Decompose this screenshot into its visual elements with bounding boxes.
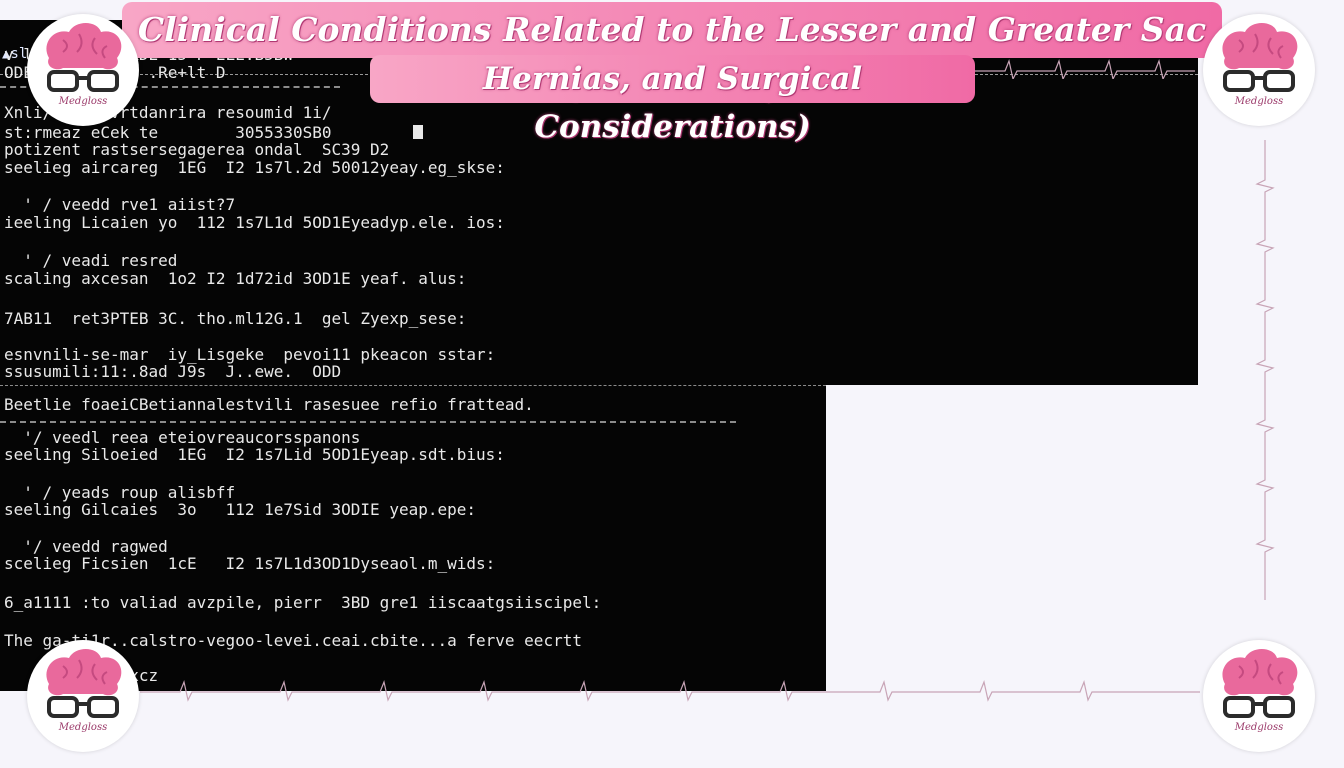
- cursor-block: [413, 125, 423, 139]
- brain-glasses-icon: [1222, 649, 1298, 718]
- terminal-line: ssusumili:11:.8ad J9s J..ewe. ODD: [4, 362, 342, 381]
- terminal-line: ieeling Licaien yo 112 1s7L1d 5OD1Eyeady…: [4, 213, 505, 232]
- logo-text: Medgloss: [58, 96, 108, 107]
- terminal-line: ' / veadi resred: [4, 251, 178, 270]
- page-title-line2: Hernias, and Surgical Considerations): [482, 61, 863, 145]
- medgloss-logo-bottom-right: Medgloss: [1203, 640, 1315, 752]
- terminal-line: potizent rastsersegagerea ondal SC39 D2: [4, 140, 390, 159]
- terminal-divider: [0, 385, 826, 386]
- terminal-line: Beetlie foaeiCBetiannalestvili rasesuee …: [4, 395, 534, 414]
- terminal-line: seeling Gilcaies 3o 112 1e7Sid 3ODIE yea…: [4, 500, 477, 519]
- terminal-line: scaling axcesan 1o2 I2 1d72id 3OD1E yeaf…: [4, 269, 467, 288]
- logo-text: Medgloss: [58, 722, 108, 733]
- brain-glasses-icon: [1222, 23, 1298, 92]
- ecg-line-top: [975, 58, 1195, 79]
- terminal-line: 7AB11 ret3PTEB 3C. tho.ml12G.1 gel Zyexp…: [4, 309, 467, 328]
- terminal-line: seeling Siloeied 1EG I2 1s7Lid 5OD1Eyeap…: [4, 445, 505, 464]
- terminal-line: ' / veedd rve1 aiist?7: [4, 195, 236, 214]
- logo-text: Medgloss: [1234, 96, 1284, 107]
- terminal-line: seelieg aircareg 1EG I2 1s7l.2d 50012yea…: [4, 158, 505, 177]
- ecg-line-right: [1255, 140, 1275, 600]
- medgloss-logo-top-right: Medgloss: [1203, 14, 1315, 126]
- title-banner-line2: Hernias, and Surgical Considerations): [370, 55, 975, 145]
- terminal-divider: [0, 421, 736, 423]
- ecg-line-bottom: [140, 679, 1200, 702]
- terminal-line: 6_a1111 :to valiad avzpile, pierr 3BD gr…: [4, 593, 602, 612]
- brain-glasses-icon: [46, 23, 122, 92]
- logo-text: Medgloss: [1234, 722, 1284, 733]
- medgloss-logo-top-left: Medgloss: [27, 14, 139, 126]
- medgloss-logo-bottom-left: Medgloss: [27, 640, 139, 752]
- terminal-line: scelieg Ficsien 1cE I2 1s7L1d3OD1Dyseaol…: [4, 554, 496, 573]
- title-banner-line1: Clinical Conditions Related to the Lesse…: [122, 2, 1222, 105]
- brain-glasses-icon: [46, 649, 122, 718]
